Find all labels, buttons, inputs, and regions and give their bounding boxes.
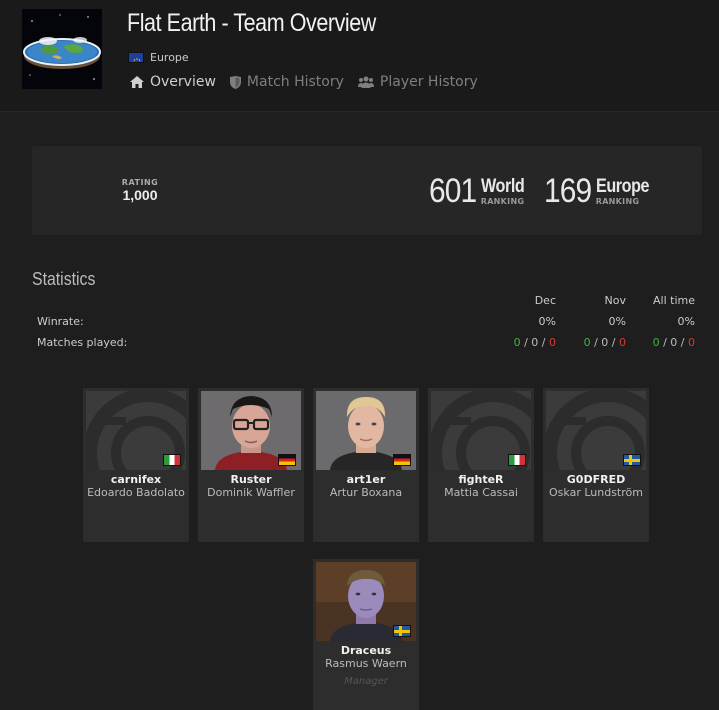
tab-overview-label: Overview bbox=[150, 74, 216, 90]
losses-count: 0 bbox=[619, 336, 626, 349]
player-card-g0dfred[interactable]: G0DFRED Oskar Lundström bbox=[543, 388, 649, 542]
player-nickname: Draceus bbox=[340, 644, 392, 657]
winrate-nov: 0% bbox=[608, 315, 626, 328]
placeholder-avatar bbox=[431, 391, 531, 470]
losses-count: 0 bbox=[688, 336, 695, 349]
player-card-fighter[interactable]: fighteR Mattia Cassai bbox=[428, 388, 534, 542]
home-icon bbox=[130, 76, 144, 88]
draws-count: 0 bbox=[531, 336, 539, 349]
separator: / bbox=[594, 336, 598, 349]
matches-dec: 0 / 0 / 0 bbox=[496, 336, 556, 349]
team-nav: Overview Match History Player History bbox=[130, 74, 478, 90]
matches-all-time: 0 / 0 / 0 bbox=[635, 336, 695, 349]
wins-count: 0 bbox=[652, 336, 660, 349]
player-photo bbox=[201, 391, 301, 470]
player-nickname: Ruster bbox=[230, 473, 272, 486]
player-card-carnifex[interactable]: carnifex Edoardo Badolato bbox=[83, 388, 189, 542]
region-rank-sub: RANKING bbox=[595, 197, 640, 206]
separator: / bbox=[680, 336, 685, 349]
player-nickname: G0DFRED bbox=[566, 473, 626, 486]
tab-overview[interactable]: Overview bbox=[130, 74, 216, 90]
stat-column-dec: Dec bbox=[534, 294, 556, 307]
separator: / bbox=[663, 336, 667, 349]
winrate-label: Winrate: bbox=[37, 315, 84, 328]
region-rank-number: 169 bbox=[544, 172, 592, 210]
germany-flag-icon bbox=[393, 454, 411, 466]
player-card-draceus[interactable]: Draceus Rasmus Waern Manager bbox=[313, 559, 419, 710]
winrate-all-time: 0% bbox=[677, 315, 695, 328]
stat-column-nov: Nov bbox=[604, 294, 626, 307]
player-photo bbox=[316, 562, 416, 641]
player-realname: Edoardo Badolato bbox=[87, 486, 185, 499]
player-realname: Mattia Cassai bbox=[444, 486, 518, 499]
team-region: Europe bbox=[128, 51, 189, 64]
world-rank-number: 601 bbox=[429, 172, 477, 210]
germany-flag-icon bbox=[278, 454, 296, 466]
eu-flag-icon bbox=[128, 52, 144, 63]
player-card-ruster[interactable]: Ruster Dominik Waffler bbox=[198, 388, 304, 542]
separator: / bbox=[524, 336, 528, 349]
world-ranking: 601 World RANKING bbox=[429, 172, 532, 210]
wins-count: 0 bbox=[513, 336, 521, 349]
italy-flag-icon bbox=[508, 454, 526, 466]
italy-flag-icon bbox=[163, 454, 181, 466]
tab-match-history-label: Match History bbox=[246, 74, 344, 90]
player-realname: Oskar Lundström bbox=[549, 486, 643, 499]
matches-played-label: Matches played: bbox=[37, 336, 128, 349]
matches-nov: 0 / 0 / 0 bbox=[566, 336, 626, 349]
statistics-title: Statistics bbox=[32, 269, 96, 289]
world-rank-label: World bbox=[480, 176, 525, 197]
rating-label: RATING bbox=[121, 178, 159, 187]
stat-column-all-time: All time bbox=[653, 294, 695, 307]
placeholder-avatar bbox=[86, 391, 186, 470]
world-rank-sub: RANKING bbox=[480, 197, 525, 206]
draws-count: 0 bbox=[670, 336, 678, 349]
player-nickname: carnifex bbox=[110, 473, 162, 486]
region-ranking: 169 Europe RANKING bbox=[544, 172, 658, 210]
rating-value: 1,000 bbox=[122, 187, 158, 203]
sweden-flag-icon bbox=[623, 454, 641, 466]
tab-player-history[interactable]: Player History bbox=[357, 74, 478, 90]
player-role: Manager bbox=[344, 676, 388, 687]
tab-player-history-label: Player History bbox=[379, 74, 478, 90]
rating-panel: RATING 1,000 601 World RANKING 169 Europ… bbox=[32, 146, 702, 235]
team-header: Flat Earth - Team Overview Europe Overvi… bbox=[0, 0, 719, 112]
region-label: Europe bbox=[150, 51, 189, 64]
player-realname: Artur Boxana bbox=[329, 486, 403, 499]
player-photo bbox=[316, 391, 416, 470]
player-card-art1er[interactable]: art1er Artur Boxana bbox=[313, 388, 419, 542]
player-nickname: art1er bbox=[346, 473, 386, 486]
player-realname: Dominik Waffler bbox=[207, 486, 295, 499]
separator: / bbox=[541, 336, 546, 349]
sweden-flag-icon bbox=[393, 625, 411, 637]
wins-count: 0 bbox=[583, 336, 591, 349]
team-logo bbox=[22, 9, 102, 89]
placeholder-avatar bbox=[546, 391, 646, 470]
page-title: Flat Earth - Team Overview bbox=[127, 9, 376, 37]
separator: / bbox=[611, 336, 616, 349]
winrate-dec: 0% bbox=[538, 315, 556, 328]
draws-count: 0 bbox=[601, 336, 609, 349]
shield-icon bbox=[229, 75, 241, 89]
losses-count: 0 bbox=[549, 336, 556, 349]
player-realname: Rasmus Waern bbox=[325, 657, 407, 670]
rating-block: RATING 1,000 bbox=[118, 178, 162, 203]
users-icon bbox=[357, 76, 374, 88]
region-rank-label: Europe bbox=[595, 176, 650, 197]
tab-match-history[interactable]: Match History bbox=[229, 74, 344, 90]
player-nickname: fighteR bbox=[458, 473, 504, 486]
